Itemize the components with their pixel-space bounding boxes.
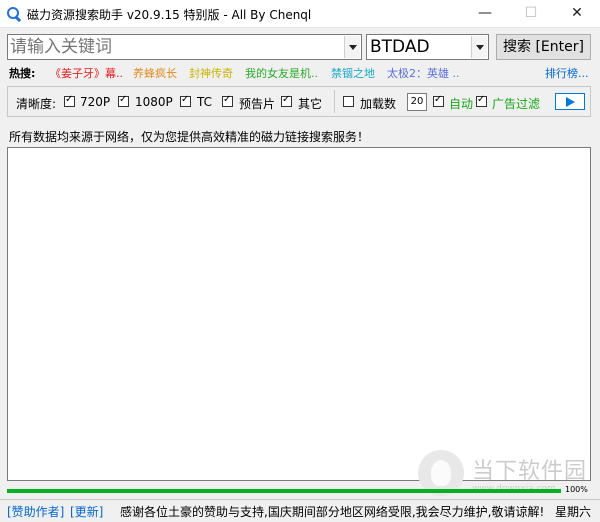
option-label: TC: [197, 95, 213, 109]
checkbox-720p[interactable]: [64, 94, 75, 107]
option-label: 预告片: [239, 97, 276, 111]
ranking-link[interactable]: 排行榜...: [545, 65, 589, 81]
watermark-text: 当下软件园: [472, 459, 588, 484]
update-link[interactable]: [更新]: [70, 503, 103, 520]
maximize-button[interactable]: ☐: [508, 0, 554, 27]
checkbox-load-count[interactable]: [343, 96, 354, 107]
panel-divider: [334, 90, 335, 113]
auto-label: 自动: [449, 97, 474, 111]
status-bar: [赞助作者] [更新] 感谢各位土豪的赞助与支持,国庆期间部分地区网络受限,我会…: [0, 503, 600, 521]
checkbox-other[interactable]: [281, 94, 292, 107]
play-icon[interactable]: [555, 93, 585, 110]
watermark-logo: 当下软件园 www.downxia.com: [410, 450, 590, 505]
hot-item[interactable]: 太极2：英雄 ..: [387, 65, 460, 81]
filter-panel: 清晰度: 720P 1080P TC 预告片 其它 加载数 20 自动 广告过滤: [7, 86, 591, 117]
hot-item[interactable]: 养蜂疯长: [133, 65, 177, 81]
hot-item[interactable]: 封神传奇: [189, 65, 233, 81]
checkbox-ad-filter[interactable]: [476, 94, 487, 107]
clarity-label: 清晰度:: [16, 97, 57, 111]
load-count-input[interactable]: 20: [407, 93, 427, 111]
hot-item[interactable]: 《姜子牙》幕..: [50, 65, 123, 81]
ad-filter-label: 广告过滤: [492, 97, 541, 111]
thanks-text: 感谢各位土豪的赞助与支持,国庆期间部分地区网络受限,我会尽力维护,敬请谅解!: [120, 505, 545, 519]
checkbox-auto[interactable]: [433, 94, 444, 107]
results-list[interactable]: [7, 147, 591, 481]
engine-select[interactable]: BTDAD: [366, 34, 489, 60]
magnet-app-icon: [7, 7, 22, 22]
checkbox-trailer[interactable]: [222, 94, 233, 107]
option-label: 其它: [298, 97, 323, 111]
chevron-down-icon[interactable]: [344, 36, 360, 58]
close-button[interactable]: ✕: [554, 0, 600, 27]
search-button[interactable]: 搜索 [Enter]: [496, 34, 591, 60]
notice-text: 所有数据均来源于网络，仅为您提供高效精准的磁力链接搜索服务！: [9, 130, 370, 144]
keyword-input[interactable]: [10, 36, 342, 58]
watermark-icon-inner: [431, 460, 451, 486]
checkbox-1080p[interactable]: [118, 94, 129, 107]
hot-item[interactable]: 禁锢之地: [331, 65, 375, 81]
minimize-button[interactable]: —: [462, 0, 508, 27]
chevron-down-icon[interactable]: [471, 36, 487, 58]
title-bar: 磁力资源搜索助手 v20.9.15 特别版 - All By Chenql — …: [0, 0, 600, 28]
progress-bar: [7, 489, 561, 493]
option-label: 720P: [80, 95, 111, 109]
hot-search-label: 热搜:: [9, 67, 36, 80]
progress-percent: 100%: [565, 485, 588, 494]
checkbox-tc[interactable]: [180, 94, 191, 107]
keyword-combobox[interactable]: [7, 34, 362, 60]
window-title: 磁力资源搜索助手 v20.9.15 特别版 - All By Chenql: [27, 8, 312, 22]
footer-divider: [0, 499, 600, 500]
engine-value: BTDAD: [370, 37, 430, 57]
option-label: 1080P: [135, 95, 173, 109]
hot-item[interactable]: 我的女友是机..: [245, 65, 318, 81]
progress-fill: [7, 489, 561, 493]
sponsor-link[interactable]: [赞助作者]: [7, 503, 64, 520]
load-count-label: 加载数: [360, 97, 397, 111]
hot-search-bar: 热搜: 《姜子牙》幕.. 养蜂疯长 封神传奇 我的女友是机.. 禁锢之地 太极2…: [0, 65, 600, 83]
weekday-text: 星期六: [555, 505, 592, 519]
